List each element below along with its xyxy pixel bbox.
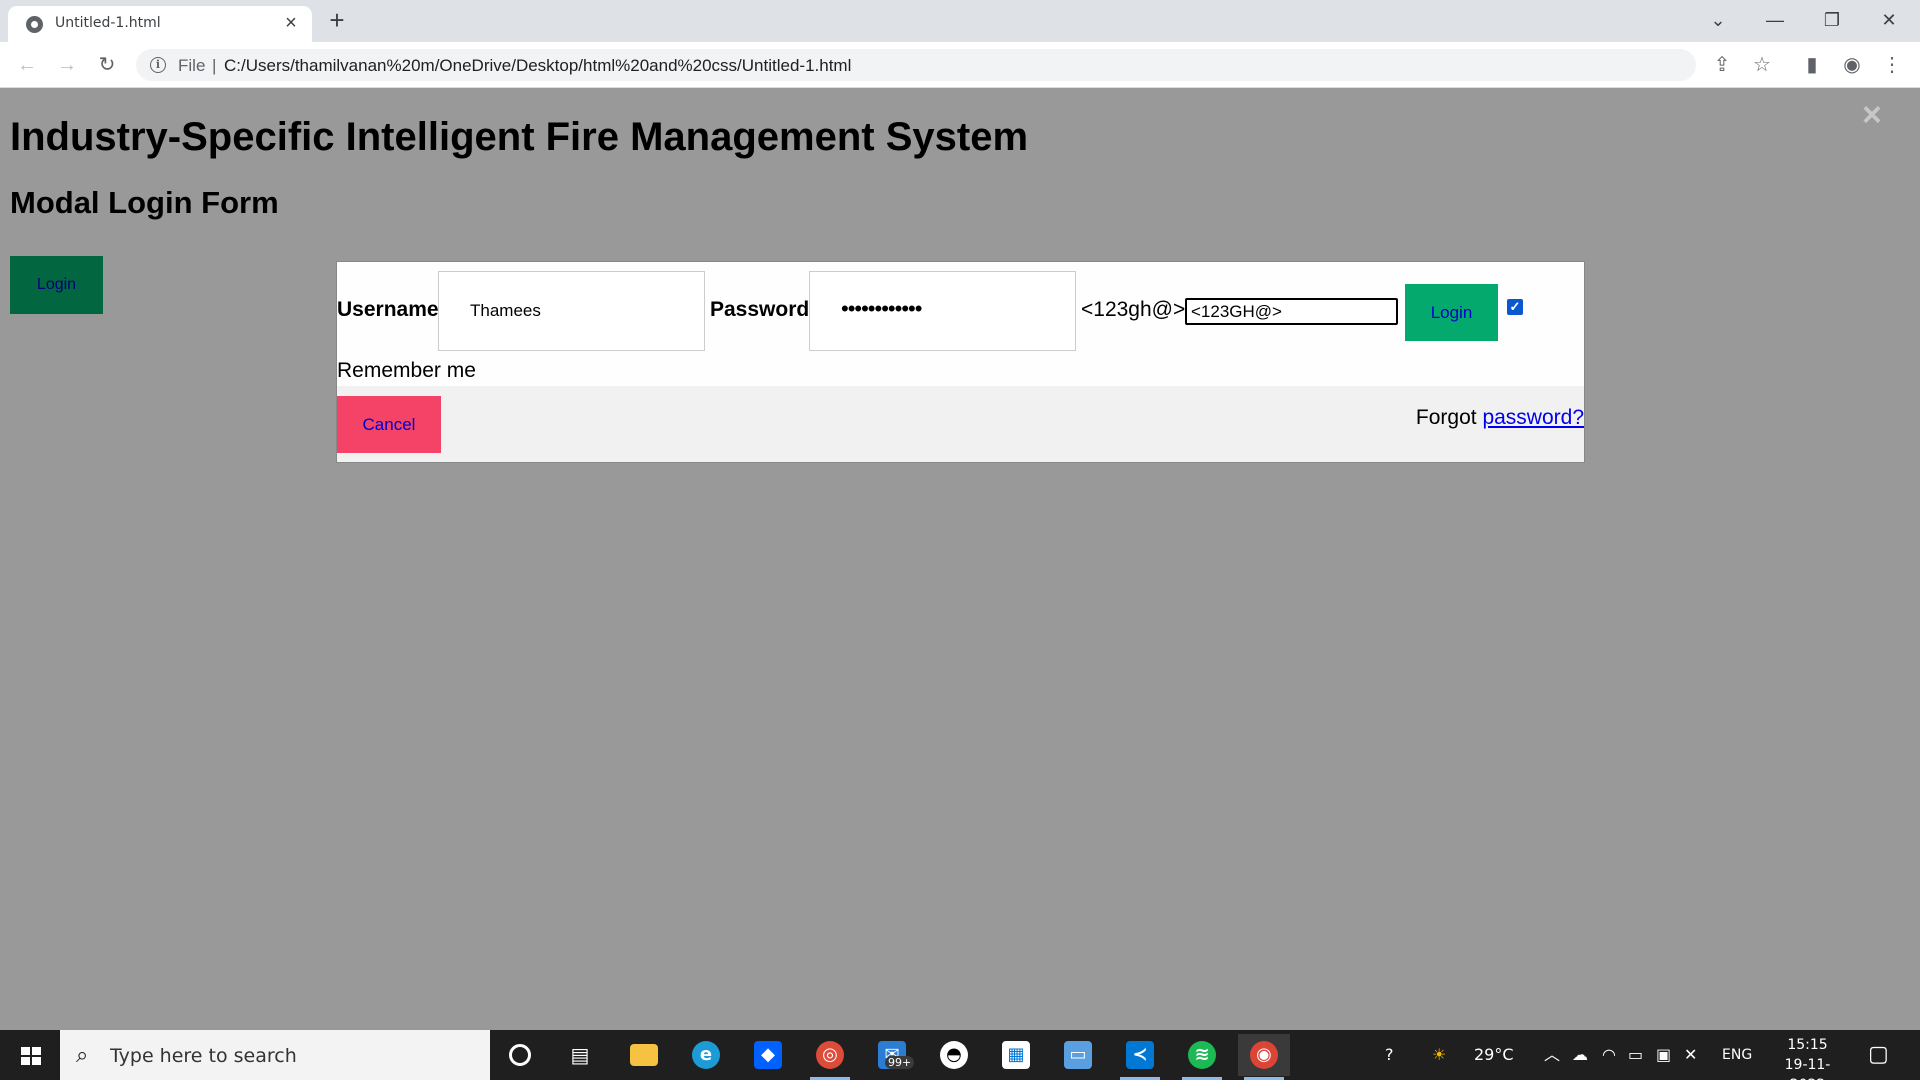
- browser-tab[interactable]: Untitled-1.html ×: [8, 6, 312, 42]
- tab-search-chevron-icon[interactable]: ⌄: [1690, 0, 1746, 40]
- info-icon[interactable]: i: [150, 57, 166, 73]
- store-icon[interactable]: ▦: [990, 1034, 1042, 1076]
- url-text[interactable]: C:/Users/thamilvanan%20m/OneDrive/Deskto…: [224, 56, 851, 76]
- username-input[interactable]: [438, 271, 705, 351]
- scheme-separator: |: [212, 56, 217, 75]
- reload-button[interactable]: ↻: [90, 48, 124, 82]
- notifications-icon[interactable]: ▢: [1868, 1030, 1889, 1080]
- forgot-password-text: Forgot password?: [1416, 406, 1584, 430]
- volume-muted-icon[interactable]: ✕: [1684, 1030, 1697, 1080]
- taskbar-search-box[interactable]: ⌕ Type here to search: [60, 1030, 490, 1080]
- new-tab-button[interactable]: +: [323, 7, 351, 35]
- password-label: Password: [710, 298, 810, 321]
- open-login-button[interactable]: Login: [10, 256, 103, 314]
- wifi-icon[interactable]: ◠: [1602, 1030, 1616, 1080]
- browser-toolbar: ← → ↻ i File | C:/Users/thamilvanan%20m/…: [0, 42, 1920, 88]
- remember-checkbox[interactable]: ✓: [1507, 299, 1523, 315]
- taskbar: ⌕ Type here to search ▤ e ◆ ◎ ✉ 99+ ◓ ▦ …: [0, 1030, 1920, 1080]
- remember-me-label: Remember me: [337, 359, 476, 382]
- tab-strip: Untitled-1.html × + ⌄ — ❐ ✕: [0, 0, 1920, 42]
- forgot-password-link[interactable]: password?: [1482, 406, 1584, 429]
- restore-button[interactable]: ❐: [1804, 0, 1860, 40]
- help-icon[interactable]: ?: [1385, 1030, 1394, 1080]
- page-subtitle: Modal Login Form: [10, 185, 279, 220]
- windows-logo-icon: [21, 1047, 41, 1065]
- chrome-profile-icon[interactable]: ◎: [804, 1034, 856, 1080]
- modal-footer: Cancel Forgot password?: [337, 386, 1584, 462]
- tray-overflow-chevron-icon[interactable]: ︿: [1544, 1030, 1560, 1080]
- username-label: Username: [337, 298, 439, 321]
- mail-icon[interactable]: ✉: [866, 1034, 918, 1076]
- minimize-button[interactable]: —: [1747, 0, 1803, 40]
- plain-value-text: <123gh@>: [1081, 298, 1186, 321]
- menu-kebab-icon[interactable]: ⋮: [1875, 48, 1909, 82]
- bookmark-star-icon[interactable]: ☆: [1745, 48, 1779, 82]
- chrome-icon[interactable]: ◉: [1238, 1034, 1290, 1080]
- cortana-icon[interactable]: [494, 1034, 546, 1076]
- submit-login-button[interactable]: Login: [1405, 284, 1498, 341]
- camera-icon[interactable]: ▣: [1656, 1030, 1671, 1080]
- tab-close-icon[interactable]: ×: [279, 11, 303, 35]
- task-view-icon[interactable]: ▤: [554, 1034, 606, 1076]
- page-viewport: Industry-Specific Intelligent Fire Manag…: [0, 88, 1920, 1030]
- side-panel-icon[interactable]: ▮: [1795, 48, 1829, 82]
- forward-button[interactable]: →: [50, 48, 84, 82]
- clock-time: 15:15: [1787, 1037, 1828, 1053]
- window-close-button[interactable]: ✕: [1861, 0, 1917, 40]
- login-modal: Username Password •••••••••••• <123gh@> …: [336, 261, 1585, 463]
- edge-icon[interactable]: e: [680, 1034, 732, 1076]
- profile-avatar-icon[interactable]: ◉: [1835, 48, 1869, 82]
- password-input[interactable]: ••••••••••••: [809, 271, 1076, 351]
- search-placeholder: Type here to search: [110, 1045, 297, 1067]
- clock[interactable]: 15:15 19-11-2022: [1770, 1035, 1845, 1080]
- page-title: Industry-Specific Intelligent Fire Manag…: [10, 115, 1029, 159]
- weather-temperature[interactable]: 29°C: [1474, 1030, 1514, 1080]
- share-icon[interactable]: ⇪: [1705, 48, 1739, 82]
- back-button[interactable]: ←: [10, 48, 44, 82]
- vscode-icon[interactable]: ≺: [1114, 1034, 1166, 1080]
- dropbox-icon[interactable]: ◆: [742, 1034, 794, 1076]
- cancel-button[interactable]: Cancel: [337, 396, 441, 453]
- file-explorer-icon[interactable]: [618, 1034, 670, 1076]
- tab-title: Untitled-1.html: [55, 15, 161, 31]
- modal-close-icon[interactable]: ×: [1862, 96, 1882, 135]
- forgot-label: Forgot: [1415, 406, 1477, 429]
- spotify-icon[interactable]: ≋: [1176, 1034, 1228, 1080]
- globe-icon: [26, 16, 43, 33]
- address-bar[interactable]: i File | C:/Users/thamilvanan%20m/OneDri…: [136, 49, 1696, 81]
- weather-icon[interactable]: ☀: [1432, 1030, 1446, 1080]
- language-indicator[interactable]: ENG: [1722, 1030, 1752, 1080]
- search-icon: ⌕: [76, 1042, 89, 1067]
- github-icon[interactable]: ◓: [928, 1034, 980, 1076]
- extra-text-input[interactable]: [1185, 298, 1398, 325]
- mail-badge: 99+: [885, 1056, 915, 1069]
- battery-icon[interactable]: ▭: [1628, 1030, 1643, 1080]
- start-button[interactable]: [0, 1030, 60, 1080]
- laptop-app-icon[interactable]: ▭: [1052, 1034, 1104, 1076]
- clock-date: 19-11-2022: [1784, 1057, 1831, 1080]
- onedrive-icon[interactable]: ☁: [1572, 1030, 1588, 1080]
- scheme-label: File: [178, 56, 206, 75]
